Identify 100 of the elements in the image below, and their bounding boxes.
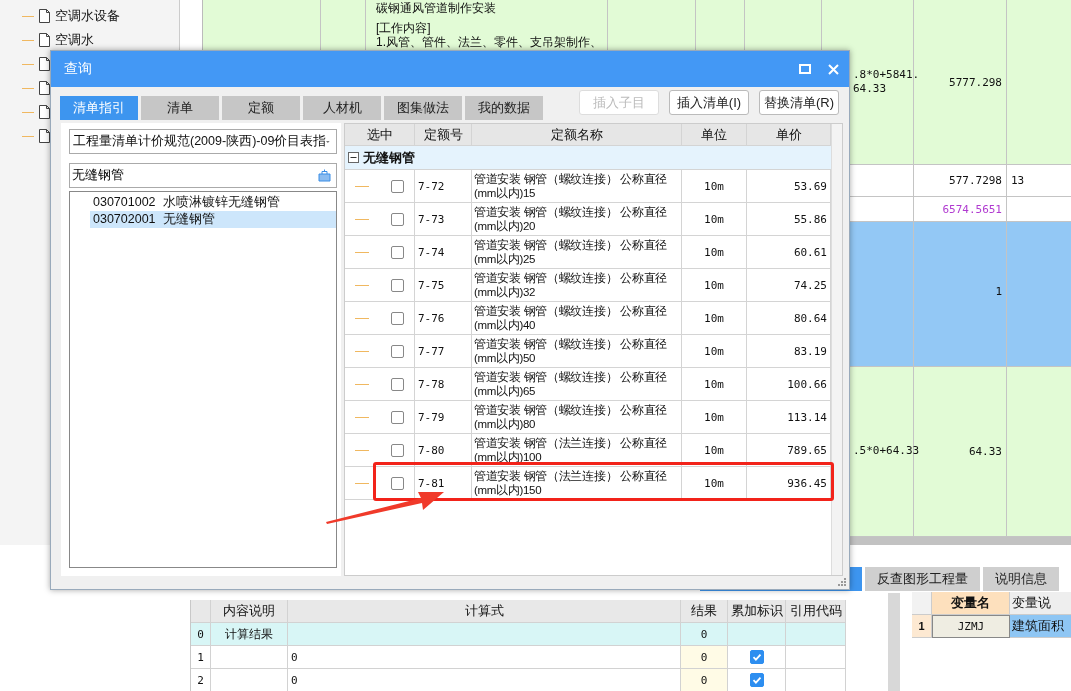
table-cell: 7-79 (415, 401, 472, 434)
table-cell: 7-77 (415, 335, 472, 368)
table-cell: 7-78 (415, 368, 472, 401)
quantity-cell: 6574.5651 (942, 202, 1002, 216)
tab[interactable]: 清单 (141, 96, 219, 120)
checkbox[interactable] (391, 278, 404, 292)
table-cell: 管道安装 钢管（法兰连接） 公称直径(mm以内)150 (472, 467, 682, 500)
standard-dropdown[interactable]: 工程量清单计价规范(2009-陕西)-09价目表指 (69, 129, 337, 154)
table-cell: 7-76 (415, 302, 472, 335)
tree-item[interactable]: 空调水 (55, 31, 94, 49)
formula-text: .8*0+5841. (853, 68, 920, 83)
checkbox[interactable] (391, 212, 404, 226)
table-cell: 7-80 (415, 434, 472, 467)
action-button[interactable]: 替换清单(R) (759, 90, 839, 115)
table-cell: 10m (682, 203, 747, 236)
maximize-icon[interactable] (799, 64, 811, 74)
checkbox[interactable] (391, 377, 404, 391)
column-header: 累加标识 (728, 600, 786, 622)
description-text: 1.风管、管件、法兰、零件、支吊架制作、 (376, 35, 602, 49)
tree-item[interactable]: 空调水设备 (55, 7, 120, 25)
checkbox[interactable] (749, 650, 764, 664)
checkbox[interactable] (391, 410, 404, 424)
table-cell: 管道安装 钢管（法兰连接） 公称直径(mm以内)100 (472, 434, 682, 467)
column-header: 计算式 (288, 600, 681, 622)
checkbox[interactable] (391, 476, 404, 490)
checkmark-icon (750, 674, 763, 686)
row-number: 1 (191, 646, 211, 668)
list-item[interactable]: 030702001 无缝钢管 (90, 211, 336, 228)
quantity-cell: 1 (995, 284, 1002, 298)
resize-grip[interactable] (838, 578, 846, 586)
table-cell: 管道安装 钢管（螺纹连接） 公称直径(mm以内)65 (472, 368, 682, 401)
checkbox[interactable] (391, 311, 404, 325)
tab[interactable]: 定额 (222, 96, 300, 120)
table-cell: 建筑面积 (1010, 615, 1071, 638)
checkmark-icon (750, 651, 763, 663)
description-text: [工作内容] (376, 21, 431, 35)
quantity-cell: 577.7298 (949, 174, 1002, 188)
document-icon (39, 9, 50, 23)
window-title: 查询 (64, 60, 92, 78)
vertical-scrollbar[interactable] (831, 124, 842, 575)
table-cell: 0 (291, 650, 298, 664)
table-cell: 管道安装 钢管（螺纹连接） 公称直径(mm以内)20 (472, 203, 682, 236)
table-cell: 10m (682, 368, 747, 401)
table-cell: 10m (682, 434, 747, 467)
collapse-toggle[interactable] (348, 152, 359, 163)
table-cell[interactable]: JZMJ (932, 615, 1010, 638)
document-icon (39, 81, 50, 95)
table-cell: 936.45 (747, 467, 831, 500)
tab[interactable]: 我的数据 (465, 96, 543, 120)
column-header: 结果 (681, 600, 728, 622)
table-cell: 10m (682, 269, 747, 302)
table-cell: 管道安装 钢管（螺纹连接） 公称直径(mm以内)25 (472, 236, 682, 269)
table-cell: 7-73 (415, 203, 472, 236)
description-text: 碳钢通风管道制作安装 (376, 1, 496, 15)
action-button[interactable]: 插入清单(I) (669, 90, 749, 115)
table-cell: 管道安装 钢管（螺纹连接） 公称直径(mm以内)40 (472, 302, 682, 335)
table-cell: 10m (682, 335, 747, 368)
formula-text: .5*0+64.33 (853, 444, 920, 459)
table-cell: 管道安装 钢管（螺纹连接） 公称直径(mm以内)50 (472, 335, 682, 368)
table-cell: 管道安装 钢管（螺纹连接） 公称直径(mm以内)80 (472, 401, 682, 434)
table-cell: 10m (682, 236, 747, 269)
row-number: 2 (191, 669, 211, 691)
tab[interactable]: 说明信息 (983, 567, 1059, 591)
close-icon[interactable] (828, 63, 839, 75)
quantity-cell: 64.33 (968, 444, 1002, 458)
tab[interactable]: 图集做法 (384, 96, 462, 120)
checkbox[interactable] (391, 443, 404, 457)
table-cell: 10m (682, 302, 747, 335)
list-item[interactable]: 030701002 水喷淋镀锌无缝钢管 (90, 194, 336, 211)
quantity-cell: 5777.298 (949, 75, 1002, 89)
checkbox[interactable] (391, 245, 404, 259)
bucket-icon[interactable] (318, 169, 331, 182)
table-cell: 计算结果 (225, 625, 273, 643)
group-label: 无缝钢管 (363, 148, 415, 167)
vertical-scrollbar[interactable] (888, 593, 900, 691)
table-cell: 13 (1011, 174, 1025, 188)
column-header: 变量说 (1010, 592, 1071, 615)
table-cell: 0 (700, 650, 708, 664)
search-field[interactable]: 无缝钢管 (69, 163, 337, 188)
checkbox[interactable] (391, 344, 404, 358)
document-icon (39, 57, 50, 71)
table-cell: 10m (682, 170, 747, 203)
formula-text: 64.33 (853, 82, 887, 97)
tab[interactable]: 人材机 (303, 96, 381, 120)
table-cell: 0 (700, 673, 708, 687)
table-cell: 0 (291, 673, 298, 687)
column-header: 引用代码 (786, 600, 846, 622)
table-cell: 管道安装 钢管（螺纹连接） 公称直径(mm以内)32 (472, 269, 682, 302)
table-cell: 0 (700, 627, 708, 641)
column-header: 内容说明 (211, 600, 288, 622)
checkbox[interactable] (749, 673, 764, 687)
tab[interactable]: 反查图形工程量 (865, 567, 980, 591)
row-number: 0 (191, 623, 211, 645)
row-number: 1 (912, 615, 932, 638)
table-cell: 管道安装 钢管（螺纹连接） 公称直径(mm以内)15 (472, 170, 682, 203)
table-cell: 10m (682, 401, 747, 434)
document-icon (39, 129, 50, 143)
table-cell: 7-72 (415, 170, 472, 203)
checkbox[interactable] (391, 179, 404, 193)
corner-cell (912, 592, 932, 615)
